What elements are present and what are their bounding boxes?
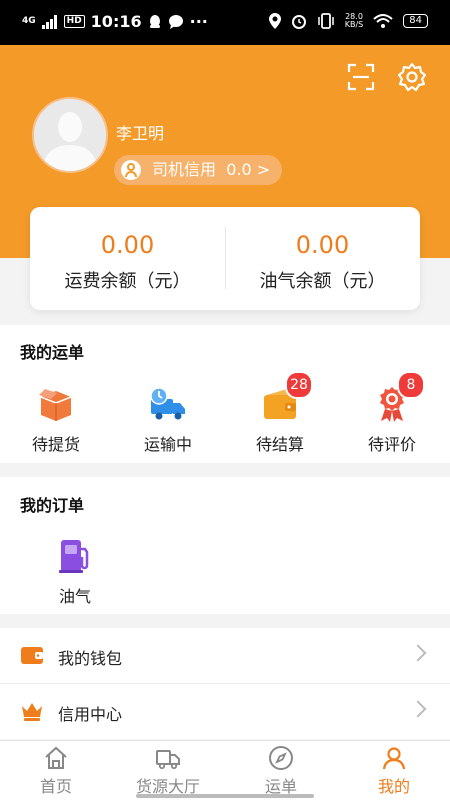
truck-icon	[156, 750, 180, 770]
waybills-title: 我的运单	[20, 343, 85, 362]
waybill-pending-review[interactable]: 8 待评价	[342, 371, 442, 455]
waybill-pending-pickup[interactable]: 待提货	[6, 385, 106, 455]
status-bar: 4G HD 10:16 ··· 28.0 KB/S 84	[0, 0, 450, 45]
vibrate-icon	[318, 13, 334, 29]
scan-icon[interactable]	[346, 62, 376, 92]
nav-cargo-hall[interactable]: 货源大厅	[112, 745, 224, 797]
wallet-icon: 28	[261, 371, 313, 423]
settings-icon[interactable]	[397, 62, 427, 92]
user-name: 李卫明	[116, 124, 165, 143]
order-fuel[interactable]: 油气	[25, 537, 125, 607]
home-icon	[45, 746, 67, 769]
chat-bubble-icon	[168, 14, 183, 29]
freight-balance-amount[interactable]: 0.00	[30, 231, 225, 259]
location-icon	[268, 13, 281, 29]
qq-icon	[149, 14, 160, 28]
orders-section: 我的订单 油气	[0, 477, 450, 614]
user-icon	[382, 747, 406, 770]
waybill-pending-settlement[interactable]: 28 待结算	[230, 371, 330, 455]
home-indicator[interactable]	[136, 794, 314, 798]
fuel-balance-label: 油气余额（元）	[259, 271, 386, 292]
driver-credit-value: 0.0 >	[226, 160, 271, 179]
fuel-pump-icon	[56, 537, 94, 575]
orders-title: 我的订单	[20, 496, 85, 515]
menu-row-credit-center[interactable]: 信用中心	[0, 684, 450, 739]
hd-badge: HD	[63, 15, 85, 28]
fuel-balance-amount[interactable]: 0.00	[225, 231, 420, 259]
driver-credit-button[interactable]: 司机信用 0.0 >	[114, 155, 283, 185]
truck-clock-icon	[149, 385, 187, 423]
alarm-icon	[291, 15, 306, 29]
menu-row-wallet-label: 我的钱包	[58, 649, 123, 668]
waybills-section: 我的运单 待提货 运输中 28 待结算 8 待评价	[0, 325, 450, 463]
menu-row-wallet[interactable]: 我的钱包	[0, 628, 450, 683]
bottom-nav: 首页 货源大厅 运单 我的	[0, 740, 450, 801]
avatar-placeholder-icon	[34, 99, 106, 171]
settlement-count-badge: 28	[285, 371, 313, 399]
box-icon	[37, 385, 75, 423]
waybill-pending-review-label: 待评价	[367, 435, 416, 454]
driver-credit-icon	[121, 160, 141, 180]
network-speed: 28.0 KB/S	[344, 12, 364, 29]
driver-credit-label: 司机信用	[152, 160, 217, 179]
nav-mine-label: 我的	[377, 777, 410, 796]
avatar[interactable]	[32, 97, 108, 173]
nav-home[interactable]: 首页	[0, 745, 112, 797]
waybill-pending-settlement-label: 待结算	[255, 435, 304, 454]
more-notifications: ···	[189, 12, 208, 31]
battery-indicator: 84	[403, 14, 428, 28]
chevron-right-icon	[409, 644, 427, 662]
nav-waybill[interactable]: 运单	[225, 745, 337, 797]
order-fuel-label: 油气	[58, 587, 91, 606]
waybill-pending-pickup-label: 待提货	[31, 435, 80, 454]
chevron-right-icon	[409, 700, 427, 718]
menu-row-credit-center-label: 信用中心	[58, 705, 123, 724]
clock: 10:16	[90, 12, 142, 31]
wallet-icon	[21, 647, 43, 664]
review-count-badge: 8	[397, 371, 425, 399]
award-icon: 8	[373, 371, 425, 423]
waybill-in-transit[interactable]: 运输中	[118, 385, 218, 455]
nav-mine[interactable]: 我的	[338, 745, 450, 797]
network-type: 4G	[22, 16, 36, 26]
balance-card: 0.00 运费余额（元） 0.00 油气余额（元）	[30, 207, 420, 310]
waybill-in-transit-label: 运输中	[143, 435, 192, 454]
freight-balance-label: 运费余额（元）	[64, 271, 191, 292]
nav-home-label: 首页	[39, 777, 72, 796]
wifi-icon	[373, 14, 393, 28]
compass-icon	[269, 746, 293, 770]
crown-icon	[22, 703, 42, 721]
signal-icon	[41, 14, 58, 29]
